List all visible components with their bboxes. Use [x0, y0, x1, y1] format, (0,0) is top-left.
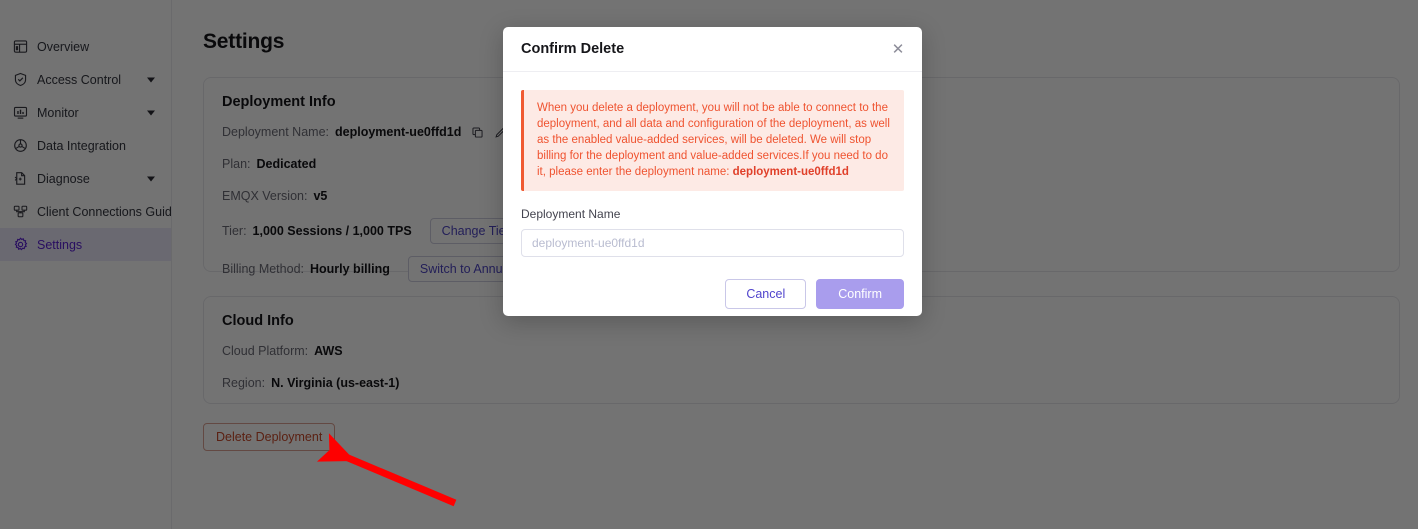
- confirm-button[interactable]: Confirm: [816, 279, 904, 309]
- confirm-delete-modal: Confirm Delete ✕ When you delete a deplo…: [503, 27, 922, 316]
- close-icon[interactable]: ✕: [889, 40, 907, 58]
- deployment-name-input[interactable]: [521, 229, 904, 257]
- modal-header: Confirm Delete ✕: [503, 27, 922, 72]
- modal-body: When you delete a deployment, you will n…: [503, 72, 922, 309]
- alert-deployment-name: deployment-ue0ffd1d: [732, 166, 849, 178]
- modal-actions: Cancel Confirm: [521, 279, 904, 309]
- modal-title: Confirm Delete: [521, 41, 625, 57]
- deployment-name-field-label: Deployment Name: [521, 207, 621, 221]
- settings-page: Overview Access Control: [0, 0, 1418, 529]
- cancel-button[interactable]: Cancel: [725, 279, 807, 309]
- delete-warning-alert: When you delete a deployment, you will n…: [521, 90, 904, 191]
